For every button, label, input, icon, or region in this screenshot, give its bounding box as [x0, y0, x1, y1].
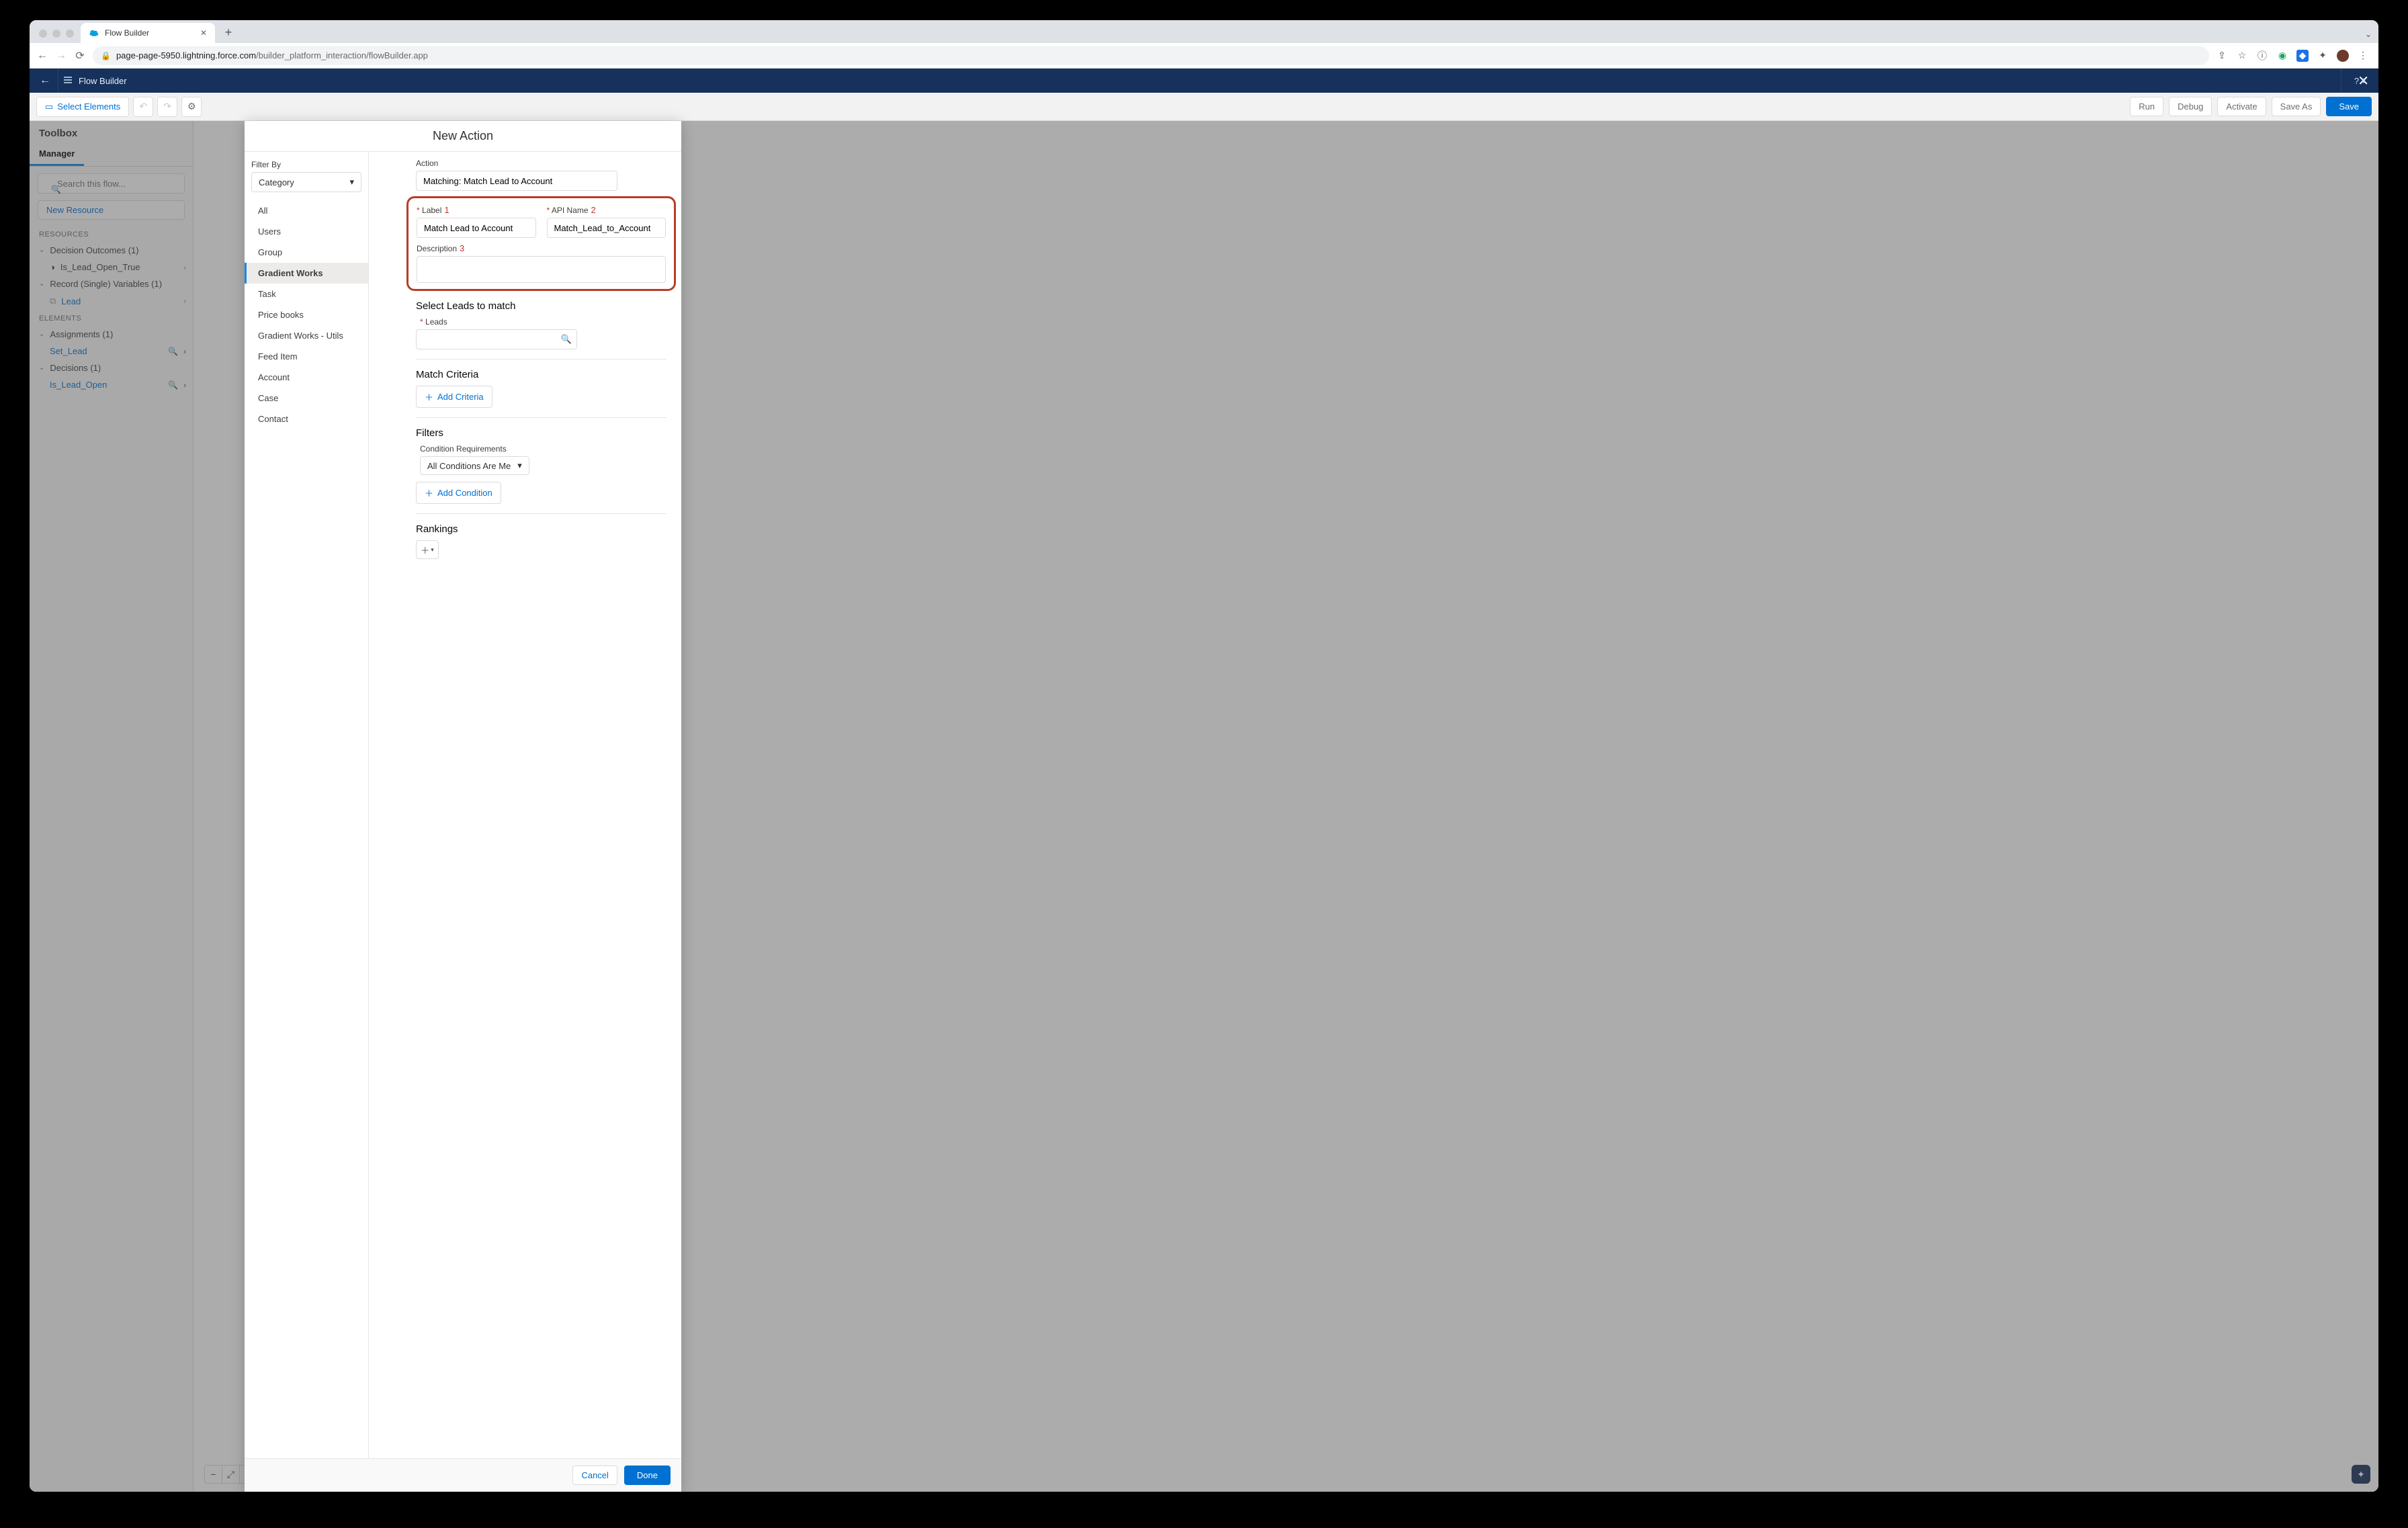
- category-item[interactable]: All: [245, 200, 368, 221]
- browser-address-bar: ← → ⟳ 🔒 page-page-5950.lightning.force.c…: [30, 43, 2378, 69]
- salesforce-cloud-icon: [89, 29, 99, 37]
- cancel-button[interactable]: Cancel: [572, 1466, 617, 1485]
- extension-icons: ⇪ ☆ ⓘ ◉ ◆ ✦ ⋮: [2216, 50, 2372, 62]
- run-button[interactable]: Run: [2130, 97, 2163, 116]
- activate-button[interactable]: Activate: [2217, 97, 2266, 116]
- action-input[interactable]: [416, 171, 617, 191]
- category-item[interactable]: Case: [245, 388, 368, 409]
- info-icon[interactable]: ⓘ: [2256, 50, 2268, 62]
- condition-requirements-dropdown[interactable]: All Conditions Are Me ▾: [420, 456, 529, 475]
- extension-green-icon[interactable]: ◉: [2276, 50, 2288, 62]
- nav-forward-icon[interactable]: →: [55, 50, 67, 62]
- maximize-window-icon[interactable]: [66, 30, 74, 38]
- modal-filter-panel: Filter By Category ▾ AllUsersGroupGradie…: [245, 152, 369, 1458]
- undo-icon[interactable]: ↶: [133, 97, 153, 117]
- new-tab-button[interactable]: +: [219, 23, 238, 42]
- browser-menu-icon[interactable]: ⋮: [2357, 50, 2369, 62]
- category-item[interactable]: Gradient Works - Utils: [245, 325, 368, 346]
- category-item[interactable]: Feed Item: [245, 346, 368, 367]
- app-header: ← Flow Builder ✕ ? ▾: [30, 69, 2378, 93]
- annotation-1: 1: [444, 205, 449, 215]
- bookmark-icon[interactable]: ☆: [2236, 50, 2248, 62]
- minimize-window-icon[interactable]: [52, 30, 60, 38]
- search-icon: 🔍: [561, 334, 572, 345]
- label-input[interactable]: [417, 218, 536, 238]
- browser-tab-bar: Flow Builder ✕ + ⌄: [30, 20, 2378, 43]
- window-controls: [35, 30, 81, 43]
- select-icon: ▭: [45, 101, 53, 112]
- annotation-3: 3: [460, 243, 464, 253]
- category-item[interactable]: Contact: [245, 409, 368, 429]
- filter-by-label: Filter By: [251, 160, 361, 169]
- section-rankings: Rankings: [416, 523, 666, 535]
- flow-icon: [62, 75, 73, 87]
- add-ranking-button[interactable]: ＋▾: [416, 540, 439, 559]
- browser-tab[interactable]: Flow Builder ✕: [81, 23, 215, 43]
- nav-reload-icon[interactable]: ⟳: [74, 49, 86, 62]
- save-button[interactable]: Save: [2326, 97, 2372, 116]
- debug-button[interactable]: Debug: [2169, 97, 2212, 116]
- done-button[interactable]: Done: [624, 1466, 671, 1485]
- condition-requirements-label: Condition Requirements: [420, 444, 666, 454]
- app-back-icon[interactable]: ←: [36, 75, 54, 87]
- tab-title: Flow Builder: [105, 28, 149, 38]
- leads-search-input[interactable]: [416, 329, 577, 349]
- url-box[interactable]: 🔒 page-page-5950.lightning.force.com/bui…: [93, 46, 2209, 65]
- action-label: Action: [416, 159, 666, 168]
- redo-icon[interactable]: ↷: [157, 97, 177, 117]
- plus-icon: ＋: [425, 486, 433, 499]
- plus-icon: ＋: [421, 544, 429, 556]
- select-elements-button[interactable]: ▭ Select Elements: [36, 97, 129, 117]
- chevron-down-icon: ▾: [517, 460, 522, 471]
- plus-icon: ＋: [425, 390, 433, 403]
- save-as-button[interactable]: Save As: [2272, 97, 2321, 116]
- help-menu[interactable]: ? ▾: [2341, 69, 2378, 93]
- extension-blue-icon[interactable]: ◆: [2296, 50, 2309, 62]
- extensions-puzzle-icon[interactable]: ✦: [2317, 50, 2329, 62]
- category-item[interactable]: Price books: [245, 304, 368, 325]
- settings-gear-icon[interactable]: ⚙: [181, 97, 202, 117]
- profile-avatar[interactable]: [2337, 50, 2349, 62]
- expand-tabs-icon[interactable]: ⌄: [2365, 30, 2372, 39]
- category-item[interactable]: Task: [245, 284, 368, 304]
- category-item[interactable]: Group: [245, 242, 368, 263]
- category-item[interactable]: Users: [245, 221, 368, 242]
- nav-back-icon[interactable]: ←: [36, 50, 48, 62]
- tab-close-icon[interactable]: ✕: [200, 28, 207, 38]
- filter-category-dropdown[interactable]: Category ▾: [251, 172, 361, 192]
- modal-footer: Cancel Done: [245, 1458, 681, 1492]
- section-select-leads: Select Leads to match: [416, 300, 666, 312]
- browser-window: Flow Builder ✕ + ⌄ ← → ⟳ 🔒 page-page-595…: [30, 20, 2378, 1492]
- category-item[interactable]: Account: [245, 367, 368, 388]
- leads-label: Leads: [420, 317, 666, 327]
- description-input[interactable]: [417, 256, 666, 283]
- builder-toolbar: ▭ Select Elements ↶ ↷ ⚙ Run Debug Activa…: [30, 93, 2378, 121]
- close-window-icon[interactable]: [39, 30, 47, 38]
- description-field-label: Description3: [417, 243, 666, 253]
- api-name-input[interactable]: [547, 218, 666, 238]
- add-criteria-button[interactable]: ＋ Add Criteria: [416, 386, 492, 408]
- url-host: page-page-5950.lightning.force.com: [116, 50, 256, 60]
- label-field-label: Label1: [417, 205, 536, 215]
- lock-icon: 🔒: [101, 51, 111, 60]
- highlight-box: Label1 API Name2 Description3: [406, 196, 676, 291]
- new-action-modal: New Action Filter By Category ▾ AllUsers…: [245, 121, 681, 1492]
- modal-form-panel: Action Label1 API Name2: [369, 152, 681, 1458]
- modal-title: New Action: [245, 121, 681, 152]
- url-path: /builder_platform_interaction/flowBuilde…: [256, 50, 428, 60]
- chevron-down-icon: ▾: [349, 177, 354, 187]
- section-filters: Filters: [416, 427, 666, 439]
- category-item[interactable]: Gradient Works: [245, 263, 368, 284]
- chevron-down-icon: ▾: [431, 546, 434, 554]
- add-condition-button[interactable]: ＋ Add Condition: [416, 482, 501, 504]
- api-name-field-label: API Name2: [547, 205, 666, 215]
- section-match-criteria: Match Criteria: [416, 369, 666, 380]
- annotation-2: 2: [591, 205, 596, 215]
- app-title: Flow Builder: [62, 75, 127, 87]
- main-area: Toolbox Manager 🔍 New Resource RESOURCES…: [30, 121, 2378, 1492]
- share-icon[interactable]: ⇪: [2216, 50, 2228, 62]
